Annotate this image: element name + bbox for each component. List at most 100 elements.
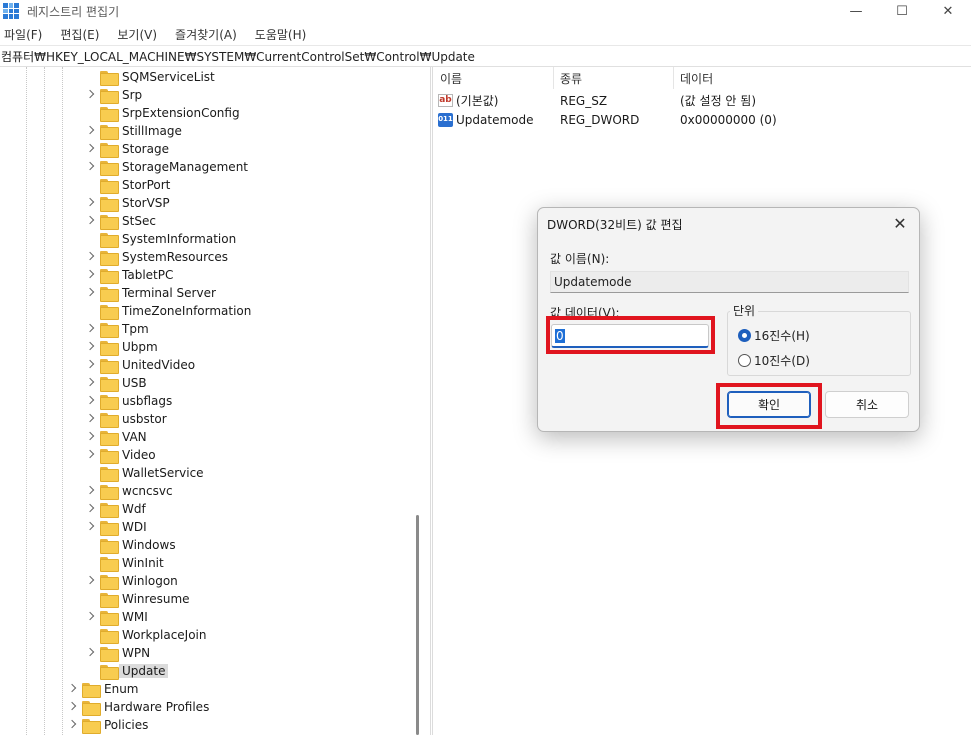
tree-item[interactable]: TimeZoneInformation [86, 302, 251, 320]
menu-file[interactable]: 파일(F) [0, 26, 46, 43]
value-row[interactable]: ab (기본값) REG_SZ (값 설정 안 됨) [434, 91, 924, 110]
radio-unchecked-icon [738, 354, 751, 367]
tree-item[interactable]: Terminal Server [86, 284, 216, 302]
tree-item[interactable]: WalletService [86, 464, 204, 482]
folder-icon [100, 556, 119, 572]
registry-editor-icon [3, 3, 19, 19]
expand-chevron-icon[interactable] [86, 198, 96, 208]
column-type-header[interactable]: 종류 [554, 67, 674, 89]
tree-item-label: WMI [122, 610, 148, 624]
tree-item[interactable]: usbstor [86, 410, 167, 428]
expand-chevron-icon[interactable] [86, 612, 96, 622]
expand-chevron-icon[interactable] [86, 270, 96, 280]
expand-chevron-icon[interactable] [86, 324, 96, 334]
tree-item[interactable]: wcncsvc [86, 482, 173, 500]
tree-item[interactable]: VAN [86, 428, 147, 446]
tree-item[interactable]: Storage [86, 140, 169, 158]
key-tree-pane[interactable]: SQMServiceList Srp SrpExtensionConfig Still… [0, 67, 426, 735]
tree-item-label: VAN [122, 430, 147, 444]
expand-chevron-icon[interactable] [86, 576, 96, 586]
expand-chevron-icon[interactable] [86, 504, 96, 514]
tree-item[interactable]: SystemInformation [86, 230, 236, 248]
no-children-spacer [86, 540, 96, 550]
expand-chevron-icon[interactable] [68, 720, 78, 730]
tree-item[interactable]: StorPort [86, 176, 170, 194]
dialog-close-icon[interactable]: ✕ [889, 213, 911, 233]
column-data-header[interactable]: 데이터 [674, 67, 971, 89]
expand-chevron-icon[interactable] [86, 216, 96, 226]
tree-item[interactable]: Winresume [86, 590, 190, 608]
radio-hexadecimal[interactable]: 16진수(H) [738, 327, 810, 344]
expand-chevron-icon[interactable] [86, 648, 96, 658]
tree-item[interactable]: Video [86, 446, 156, 464]
expand-chevron-icon[interactable] [86, 288, 96, 298]
tree-item[interactable]: StorVSP [86, 194, 170, 212]
tree-item[interactable]: Ubpm [86, 338, 158, 356]
tree-item[interactable]: SystemResources [86, 248, 228, 266]
folder-icon [100, 448, 119, 464]
tree-item[interactable]: WPN [86, 644, 150, 662]
tree-item[interactable]: TabletPC [86, 266, 173, 284]
expand-chevron-icon[interactable] [68, 702, 78, 712]
ok-button[interactable]: 확인 [727, 391, 811, 418]
no-children-spacer [86, 306, 96, 316]
tree-item[interactable]: WorkplaceJoin [86, 626, 207, 644]
tree-item[interactable]: Enum [68, 680, 138, 698]
tree-item[interactable]: StorageManagement [86, 158, 248, 176]
expand-chevron-icon[interactable] [86, 252, 96, 262]
minimize-button[interactable]: — [833, 0, 879, 22]
tree-item[interactable]: usbflags [86, 392, 172, 410]
tree-item[interactable]: WinInit [86, 554, 164, 572]
expand-chevron-icon[interactable] [86, 126, 96, 136]
tree-item[interactable]: Update [86, 662, 169, 680]
expand-chevron-icon[interactable] [86, 162, 96, 172]
tree-item[interactable]: Hardware Profiles [68, 698, 209, 716]
radio-decimal[interactable]: 10진수(D) [738, 352, 810, 369]
tree-scrollbar-thumb[interactable] [416, 515, 419, 735]
title-bar: 레지스트리 편집기 — ☐ ✕ [0, 0, 971, 22]
menu-view[interactable]: 보기(V) [113, 26, 161, 43]
expand-chevron-icon[interactable] [86, 342, 96, 352]
expand-chevron-icon[interactable] [86, 378, 96, 388]
expand-chevron-icon[interactable] [86, 432, 96, 442]
expand-chevron-icon[interactable] [86, 144, 96, 154]
tree-item[interactable]: StSec [86, 212, 156, 230]
tree-item[interactable]: UnitedVideo [86, 356, 195, 374]
maximize-button[interactable]: ☐ [879, 0, 925, 22]
folder-icon [100, 196, 119, 212]
value-data-input[interactable]: 0 [551, 324, 709, 348]
column-name-header[interactable]: 이름 [434, 67, 554, 89]
expand-chevron-icon[interactable] [86, 360, 96, 370]
address-bar[interactable]: 컴퓨터₩HKEY_LOCAL_MACHINE₩SYSTEM₩CurrentCon… [0, 45, 971, 67]
tree-item[interactable]: Winlogon [86, 572, 178, 590]
tree-item[interactable]: SQMServiceList [86, 68, 215, 86]
expand-chevron-icon[interactable] [86, 522, 96, 532]
tree-item[interactable]: Policies [68, 716, 148, 734]
close-button[interactable]: ✕ [925, 0, 971, 22]
cancel-button[interactable]: 취소 [825, 391, 909, 418]
menu-help[interactable]: 도움말(H) [251, 26, 311, 43]
tree-item[interactable]: StillImage [86, 122, 182, 140]
tree-item[interactable]: Tpm [86, 320, 149, 338]
tree-item[interactable]: Windows [86, 536, 176, 554]
folder-icon [100, 502, 119, 518]
expand-chevron-icon[interactable] [86, 414, 96, 424]
folder-icon [100, 340, 119, 356]
expand-chevron-icon[interactable] [86, 450, 96, 460]
tree-item[interactable]: USB [86, 374, 147, 392]
menu-edit[interactable]: 편집(E) [56, 26, 103, 43]
pane-splitter[interactable] [430, 67, 433, 735]
tree-item[interactable]: Wdf [86, 500, 146, 518]
expand-chevron-icon[interactable] [86, 396, 96, 406]
tree-item[interactable]: Srp [86, 86, 142, 104]
no-children-spacer [86, 468, 96, 478]
expand-chevron-icon[interactable] [86, 90, 96, 100]
expand-chevron-icon[interactable] [86, 486, 96, 496]
menu-favorites[interactable]: 즐겨찾기(A) [171, 26, 241, 43]
expand-chevron-icon[interactable] [68, 684, 78, 694]
tree-item[interactable]: WMI [86, 608, 148, 626]
tree-item[interactable]: WDI [86, 518, 147, 536]
tree-item-label: WDI [122, 520, 147, 534]
tree-item[interactable]: SrpExtensionConfig [86, 104, 240, 122]
value-row[interactable]: 011 Updatemode REG_DWORD 0x00000000 (0) [434, 110, 924, 129]
